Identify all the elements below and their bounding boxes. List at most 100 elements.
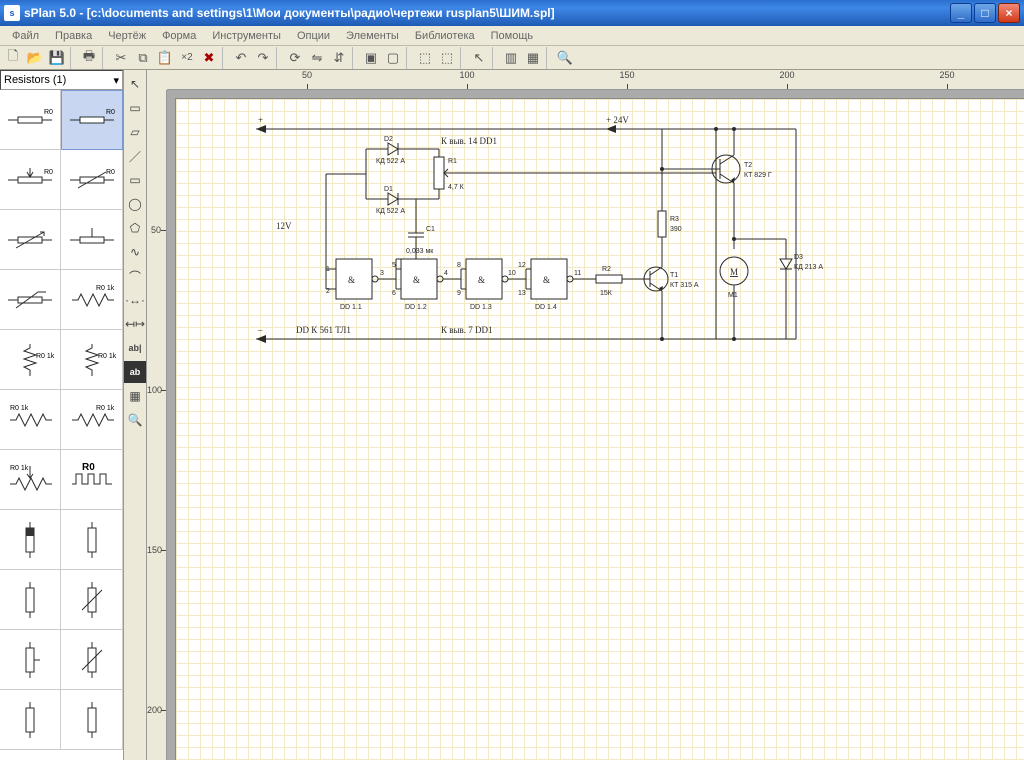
symbol-resistor-vert-trim[interactable] xyxy=(0,630,61,690)
svg-text:КД 522 А: КД 522 А xyxy=(376,158,405,165)
search-icon[interactable]: 🔍 xyxy=(554,47,576,69)
symbol-variable-res[interactable]: R0 xyxy=(61,150,123,210)
canvas-scroll[interactable]: + К выв. 14 DD1 + 24V 12V xyxy=(167,90,1024,760)
svg-text:&: & xyxy=(348,275,355,285)
component-tool-icon[interactable]: ▭ xyxy=(124,97,146,119)
symbol-resistor-us-hl[interactable]: R0 1k xyxy=(0,390,61,450)
svg-text:R0: R0 xyxy=(106,109,115,116)
svg-text:–: – xyxy=(257,325,263,335)
symbol-trimmer[interactable] xyxy=(61,210,123,270)
symbol-thermistor[interactable] xyxy=(0,270,61,330)
symbol-resistor-vert-plain2[interactable] xyxy=(61,690,123,750)
symbol-resistor-vert-box[interactable] xyxy=(0,510,61,570)
svg-text:M: M xyxy=(730,267,738,277)
frame-tool-icon[interactable]: ▱ xyxy=(124,121,146,143)
select-tool-icon[interactable]: ↖ xyxy=(124,73,146,95)
symbol-resistor-vert-box2[interactable] xyxy=(61,510,123,570)
close-button[interactable]: × xyxy=(998,3,1020,23)
menu-options[interactable]: Опции xyxy=(289,28,338,44)
curve-tool-icon[interactable]: ⌒ xyxy=(124,265,146,287)
menu-elements[interactable]: Элементы xyxy=(338,28,407,44)
dimension-tool-icon[interactable]: ↤↦ xyxy=(124,313,146,335)
maximize-button[interactable]: □ xyxy=(974,3,996,23)
symbol-resistor-vert-trim2[interactable] xyxy=(61,630,123,690)
component-icon[interactable]: ▦ xyxy=(522,47,544,69)
svg-text:R0 1k: R0 1k xyxy=(10,465,29,472)
palette-category-select[interactable]: Resistors (1) ▾ xyxy=(0,70,123,90)
rotate-icon[interactable]: ⟳ xyxy=(284,47,306,69)
schematic-drawing: + К выв. 14 DD1 + 24V 12V xyxy=(176,99,1024,760)
horizontal-ruler: 50 100 150 200 250 xyxy=(167,70,1024,90)
symbol-resistor-vert-plain[interactable] xyxy=(0,690,61,750)
palette-grid: R0 R0 R0 R0 R0 1k xyxy=(0,90,123,760)
symbol-resistor-eu[interactable]: R0 xyxy=(0,90,61,150)
svg-text:КТ 829 Г: КТ 829 Г xyxy=(744,172,772,179)
menu-form[interactable]: Форма xyxy=(154,28,204,44)
menu-edit[interactable]: Правка xyxy=(47,28,100,44)
main-toolbar: 🗋 📂 💾 🖶 ✂ ⧉ 📋 ×2 ✖ ↶ ↷ ⟳ ⇋ ⇵ ▣ ▢ ⬚ ⬚ ↖ ▥… xyxy=(0,46,1024,70)
vertical-ruler: 50 100 150 200 xyxy=(147,90,167,760)
circle-tool-icon[interactable]: ◯ xyxy=(124,193,146,215)
paste-icon[interactable]: 📋 xyxy=(154,47,176,69)
line-tool-icon[interactable]: ／ xyxy=(124,145,146,167)
redo-icon[interactable]: ↷ xyxy=(252,47,274,69)
canvas-area: 50 100 150 200 250 50 100 150 200 + xyxy=(147,70,1024,760)
print-icon[interactable]: 🖶 xyxy=(78,47,100,69)
svg-text:+ 24V: + 24V xyxy=(606,115,629,125)
svg-text:DD 1.3: DD 1.3 xyxy=(470,304,492,311)
menu-library[interactable]: Библиотека xyxy=(407,28,483,44)
menu-bar: Файл Правка Чертёж Форма Инструменты Опц… xyxy=(0,26,1024,46)
symbol-resistor-us-vert[interactable]: R0 1k xyxy=(0,330,61,390)
save-file-icon[interactable]: 💾 xyxy=(46,47,68,69)
node-tool-icon[interactable]: ·↔· xyxy=(124,289,146,311)
svg-text:6: 6 xyxy=(392,290,396,297)
zoom-tool-icon[interactable]: 🔍 xyxy=(124,409,146,431)
duplicate-icon[interactable]: ×2 xyxy=(176,47,198,69)
drawing-sheet[interactable]: + К выв. 14 DD1 + 24V 12V xyxy=(175,98,1024,760)
delete-icon[interactable]: ✖ xyxy=(198,47,220,69)
symbol-resistor-vert-var[interactable] xyxy=(61,570,123,630)
svg-text:DD 1.4: DD 1.4 xyxy=(535,304,557,311)
group-icon[interactable]: ⬚ xyxy=(414,47,436,69)
symbol-resistor-us-hr[interactable]: R0 1k xyxy=(61,390,123,450)
flip-h-icon[interactable]: ⇋ xyxy=(306,47,328,69)
menu-help[interactable]: Помощь xyxy=(483,28,542,44)
symbol-resistor-us[interactable]: R0 1k xyxy=(61,270,123,330)
menu-file[interactable]: Файл xyxy=(4,28,47,44)
svg-text:3: 3 xyxy=(380,270,384,277)
polygon-tool-icon[interactable]: ⬠ xyxy=(124,217,146,239)
svg-text:4: 4 xyxy=(444,270,448,277)
svg-text:&: & xyxy=(478,275,485,285)
ungroup-icon[interactable]: ⬚ xyxy=(436,47,458,69)
symbol-pot-us[interactable]: R0 1k xyxy=(0,450,61,510)
bitmap-tool-icon[interactable]: ▦ xyxy=(124,385,146,407)
svg-text:D3: D3 xyxy=(794,254,803,261)
cut-icon[interactable]: ✂ xyxy=(110,47,132,69)
menu-tools[interactable]: Инструменты xyxy=(204,28,289,44)
new-file-icon[interactable]: 🗋 xyxy=(2,47,24,69)
open-file-icon[interactable]: 📂 xyxy=(24,47,46,69)
text-frame-icon[interactable]: ab xyxy=(124,361,146,383)
front-icon[interactable]: ▣ xyxy=(360,47,382,69)
symbol-resistor-us-vert2[interactable]: R0 1k xyxy=(61,330,123,390)
svg-text:390: 390 xyxy=(670,226,682,233)
copy-icon[interactable]: ⧉ xyxy=(132,47,154,69)
symbol-resistor-eu-alt[interactable]: R0 xyxy=(61,90,123,150)
menu-drawing[interactable]: Чертёж xyxy=(100,28,154,44)
svg-text:К выв. 7 DD1: К выв. 7 DD1 xyxy=(441,325,493,335)
symbol-variable-res2[interactable] xyxy=(0,210,61,270)
ic-icon[interactable]: ▥ xyxy=(500,47,522,69)
text-tool-icon[interactable]: ab| xyxy=(124,337,146,359)
bezier-tool-icon[interactable]: ∿ xyxy=(124,241,146,263)
symbol-resistor-vert-box3[interactable] xyxy=(0,570,61,630)
minimize-button[interactable]: _ xyxy=(950,3,972,23)
back-icon[interactable]: ▢ xyxy=(382,47,404,69)
rect-tool-icon[interactable]: ▭ xyxy=(124,169,146,191)
undo-icon[interactable]: ↶ xyxy=(230,47,252,69)
svg-text:DD К 561 ТЛ1: DD К 561 ТЛ1 xyxy=(296,325,351,335)
svg-text:R0: R0 xyxy=(82,462,95,473)
symbol-pulse[interactable]: R0 xyxy=(61,450,123,510)
pointer-icon[interactable]: ↖ xyxy=(468,47,490,69)
symbol-potentiometer[interactable]: R0 xyxy=(0,150,61,210)
flip-v-icon[interactable]: ⇵ xyxy=(328,47,350,69)
